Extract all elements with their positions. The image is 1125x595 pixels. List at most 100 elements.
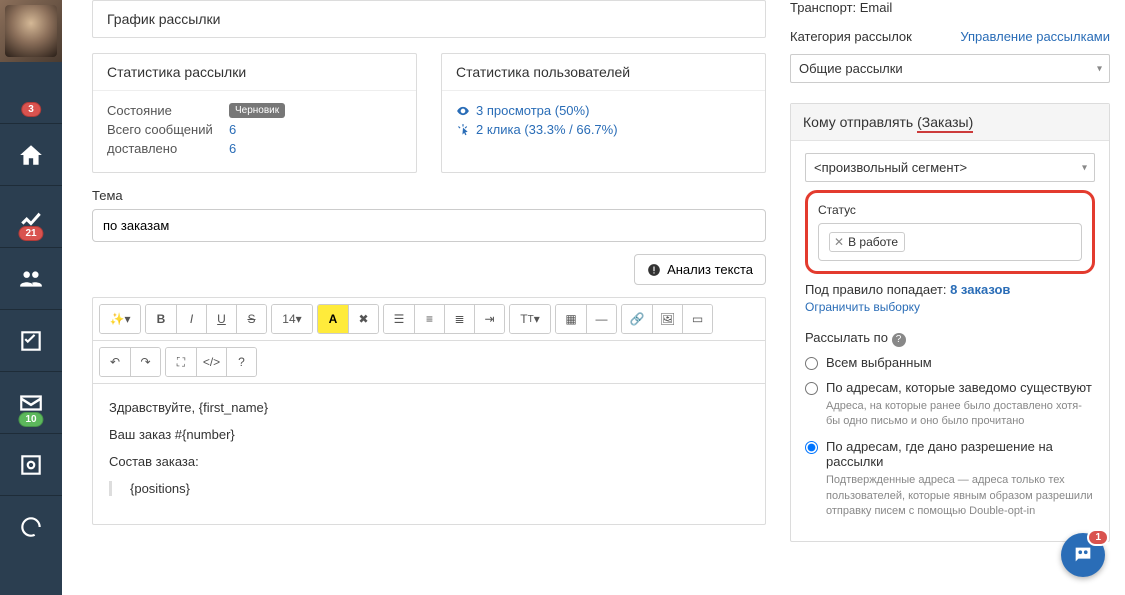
tb-strike[interactable]: S <box>236 305 266 333</box>
remove-tag-icon[interactable]: ✕ <box>834 235 844 249</box>
stat-label: Всего сообщений <box>107 122 217 137</box>
tb-video[interactable]: ▭ <box>682 305 712 333</box>
badge-count: 21 <box>18 226 43 241</box>
body-line: Состав заказа: <box>109 454 749 469</box>
transport-label: Транспорт: <box>790 0 856 15</box>
gear-box-icon <box>18 452 44 478</box>
manage-mailings-link[interactable]: Управление рассылками <box>960 29 1110 44</box>
category-select[interactable]: Общие рассылки <box>790 54 1110 83</box>
tb-heading[interactable]: TT▾ <box>510 305 550 333</box>
tb-source[interactable]: </> <box>196 348 226 376</box>
nav-home[interactable] <box>0 124 62 186</box>
stat-value[interactable]: 6 <box>229 122 236 137</box>
radio-label: Всем выбранным <box>826 355 932 370</box>
chat-icon <box>1072 544 1094 566</box>
home-icon <box>18 142 44 168</box>
tb-align[interactable]: ≣ <box>444 305 474 333</box>
radio-input[interactable] <box>805 382 818 395</box>
tb-hr[interactable]: — <box>586 305 616 333</box>
tb-fullscreen[interactable]: ⛶ <box>166 348 196 376</box>
rule-prefix: Под правило попадает: <box>805 282 946 297</box>
tb-underline[interactable]: U <box>206 305 236 333</box>
users-icon <box>18 266 44 292</box>
editor-toolbar-2: ↶ ↷ ⛶ </> ? <box>93 341 765 384</box>
button-label: Анализ текста <box>667 262 753 277</box>
status-tag: ✕ В работе <box>829 232 905 252</box>
radio-consent[interactable]: По адресам, где дано разрешение на рассы… <box>805 439 1095 519</box>
tb-fontcolor[interactable]: A <box>318 305 348 333</box>
tb-magic[interactable]: ✨▾ <box>100 305 140 333</box>
chat-c-icon <box>18 514 44 540</box>
click-icon <box>456 123 470 137</box>
panel-title: Статистика пользователей <box>442 54 765 90</box>
transport-value: Email <box>860 0 893 15</box>
nav-mail[interactable]: 10 <box>0 372 62 434</box>
nav-charts[interactable]: 21 <box>0 186 62 248</box>
tb-link[interactable]: 🔗 <box>622 305 652 333</box>
tb-clear[interactable]: ✖ <box>348 305 378 333</box>
radio-all[interactable]: Всем выбранным <box>805 355 1095 370</box>
nav-chat[interactable] <box>0 496 62 558</box>
tb-bold[interactable]: B <box>146 305 176 333</box>
radio-input[interactable] <box>805 357 818 370</box>
tb-image[interactable]: 🖼 <box>652 305 682 333</box>
limit-selection-link[interactable]: Ограничить выборку <box>805 300 920 314</box>
segment-select[interactable]: <произвольный сегмент> <box>805 153 1095 182</box>
tb-italic[interactable]: I <box>176 305 206 333</box>
tb-undo[interactable]: ↶ <box>100 348 130 376</box>
radio-label: По адресам, которые заведомо существуют <box>826 380 1092 395</box>
chat-fab[interactable]: 1 <box>1061 533 1105 577</box>
schedule-panel: График рассылки <box>92 0 766 38</box>
recipients-label: Кому отправлять <box>803 114 913 130</box>
check-icon <box>18 328 44 354</box>
wysiwyg-editor: ✨▾ B I U S 14▾ A ✖ ☰ ≡ ≣ <box>92 297 766 525</box>
stat-value[interactable]: 6 <box>229 141 236 156</box>
panel-title: Статистика рассылки <box>93 54 416 90</box>
status-filter-box: Статус ✕ В работе <box>805 190 1095 274</box>
clicks-stat[interactable]: 2 клика (33.3% / 66.7%) <box>456 122 751 137</box>
help-icon[interactable]: ? <box>892 333 906 347</box>
sendby-label: Рассылать по <box>805 330 888 345</box>
views-stat[interactable]: 3 просмотра (50%) <box>456 103 751 118</box>
editor-content[interactable]: Здравствуйте, {first_name} Ваш заказ #{n… <box>93 384 765 524</box>
panel-title: График рассылки <box>93 1 765 37</box>
radio-desc: Подтвержденные адреса — адреса только те… <box>826 473 1095 519</box>
recipients-hl: (Заказы) <box>917 114 973 133</box>
radio-input[interactable] <box>805 441 818 454</box>
status-label: Статус <box>818 203 1082 217</box>
tb-ul[interactable]: ☰ <box>384 305 414 333</box>
radio-known[interactable]: По адресам, которые заведомо существуют … <box>805 380 1095 430</box>
nav-settings[interactable] <box>0 434 62 496</box>
analyze-text-button[interactable]: Анализ текста <box>634 254 766 285</box>
subject-label: Тема <box>92 188 766 203</box>
subject-input[interactable] <box>92 209 766 242</box>
category-label: Категория рассылок <box>790 29 912 44</box>
status-tag-input[interactable]: ✕ В работе <box>818 223 1082 261</box>
eye-icon <box>456 104 470 118</box>
editor-toolbar: ✨▾ B I U S 14▾ A ✖ ☰ ≡ ≣ <box>93 298 765 341</box>
tb-help[interactable]: ? <box>226 348 256 376</box>
radio-desc: Адреса, на которые ранее было доставлено… <box>826 399 1095 430</box>
radio-label: По адресам, где дано разрешение на рассы… <box>826 439 1053 469</box>
body-line: Здравствуйте, {first_name} <box>109 400 749 415</box>
stat-text: 3 просмотра (50%) <box>476 103 589 118</box>
tb-indent[interactable]: ⇥ <box>474 305 504 333</box>
badge-count: 3 <box>21 102 41 117</box>
send-stats-panel: Статистика рассылки СостояниеЧерновик Вс… <box>92 53 417 173</box>
rule-count-link[interactable]: 8 заказов <box>950 282 1010 297</box>
user-stats-panel: Статистика пользователей 3 просмотра (50… <box>441 53 766 173</box>
tb-ol[interactable]: ≡ <box>414 305 444 333</box>
nav-tasks[interactable] <box>0 310 62 372</box>
avatar[interactable] <box>0 0 62 62</box>
tag-label: В работе <box>848 235 898 249</box>
nav-badge-top: 3 <box>0 62 62 124</box>
tb-redo[interactable]: ↷ <box>130 348 160 376</box>
stat-text: 2 клика (33.3% / 66.7%) <box>476 122 618 137</box>
nav-users[interactable] <box>0 248 62 310</box>
body-line: Ваш заказ #{number} <box>109 427 749 442</box>
status-badge: Черновик <box>229 103 285 118</box>
tb-table[interactable]: ▦ <box>556 305 586 333</box>
tb-fontsize[interactable]: 14▾ <box>272 305 312 333</box>
stat-label: доставлено <box>107 141 217 156</box>
fab-badge: 1 <box>1087 529 1109 546</box>
